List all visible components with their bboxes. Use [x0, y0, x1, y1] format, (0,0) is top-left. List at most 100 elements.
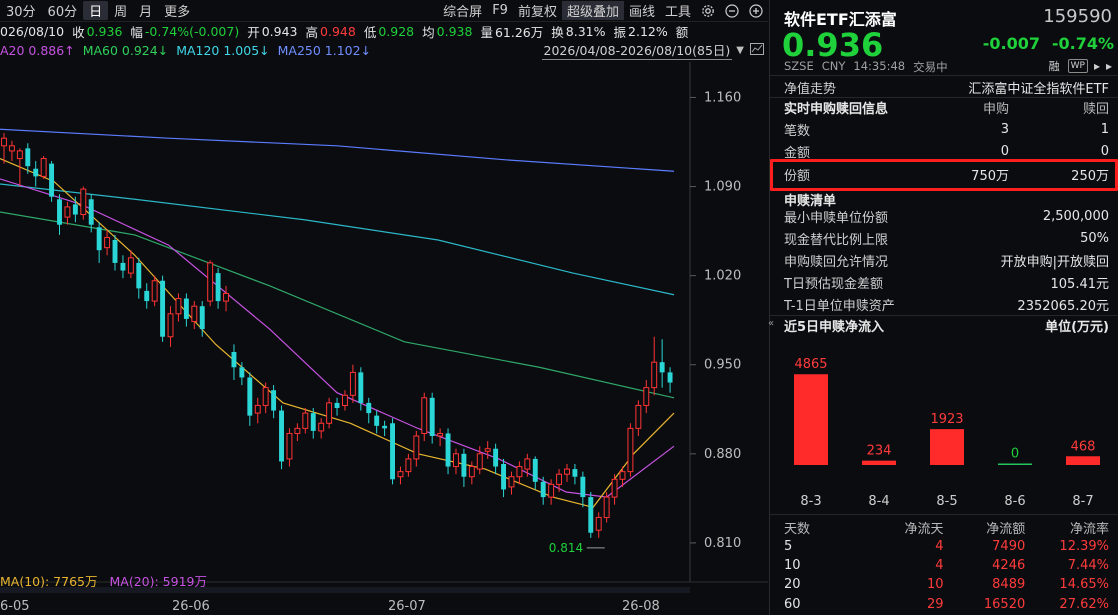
adjust-button[interactable]: 前复权 — [513, 1, 562, 20]
candle-body — [160, 280, 166, 337]
nav-value: 汇添富中证全指软件ETF — [968, 81, 1109, 97]
turnover-label: 换 — [551, 24, 564, 40]
period-more[interactable]: 更多 — [158, 1, 196, 20]
list-value: 105.41元 — [1050, 276, 1110, 292]
candle-body — [326, 402, 333, 424]
nav-trend-row[interactable]: 净值走势 汇添富中证全指软件ETF — [770, 76, 1118, 98]
close-value: 0.936 — [86, 23, 123, 39]
stats-col-inflow-amount: 净流额 — [986, 521, 1026, 537]
y-tick-label: 0.810 — [704, 536, 741, 551]
stats-col-days: 天数 — [784, 521, 811, 537]
app-window: 30分 60分 日 周 月 更多 综合屏 F9 前复权 超级叠加 画线 工具 0… — [0, 0, 1118, 615]
flow-header-row: 近5日申赎净流入 单位(万元) — [770, 314, 1118, 336]
stats-header: 天数 净流天 净流额 净流率 — [770, 517, 1118, 537]
list-label: 现金替代比例上限 — [784, 232, 889, 248]
chart-toolbar: 30分 60分 日 周 月 更多 综合屏 F9 前复权 超级叠加 画线 工具 — [0, 0, 768, 22]
date-range-text: 2026/04/08-2026/08/10(85日) — [541, 40, 733, 60]
more-icon[interactable]: ▸ — [1106, 59, 1112, 73]
candle-body — [127, 257, 134, 274]
realtime-title: 实时申购赎回信息 — [784, 101, 889, 117]
rt-row-shares: 份额 750万 250万 — [770, 163, 1118, 185]
inflow-bar-label: 0 — [1011, 447, 1019, 462]
period-30min[interactable]: 30分 — [0, 1, 42, 20]
candle-body — [564, 468, 570, 475]
ma250-legend: MA250 1.102↓ — [277, 42, 372, 58]
candle-body — [80, 188, 87, 216]
candle-body — [366, 402, 372, 414]
stats-cell: 27.62% — [1059, 596, 1109, 612]
candle-body — [421, 397, 428, 434]
draw-line-button[interactable]: 画线 — [624, 1, 660, 20]
minus-icon[interactable] — [723, 2, 741, 20]
settings-gear-icon[interactable] — [699, 2, 717, 20]
candle-body — [405, 458, 412, 473]
list-row: 最小申赎单位份额 2,500,000 — [770, 205, 1118, 227]
list-label: 最小申赎单位份额 — [784, 210, 889, 226]
candle-body — [223, 292, 229, 302]
candle-body — [302, 412, 309, 429]
candle-body — [25, 148, 31, 167]
divider — [770, 514, 1118, 515]
flow-unit: 单位(万元) — [1045, 319, 1109, 335]
f9-button[interactable]: F9 — [487, 3, 513, 18]
plus-icon[interactable] — [747, 2, 765, 20]
candle-body — [374, 415, 380, 426]
wp-badge[interactable]: WP — [1067, 59, 1088, 73]
candle-body — [461, 453, 467, 477]
inflow-bar-label: 1923 — [930, 412, 963, 427]
tools-button[interactable]: 工具 — [660, 1, 696, 20]
currency: CNY — [821, 59, 846, 73]
rt-label: 金额 — [784, 145, 811, 161]
margin-badge[interactable]: 融 — [1047, 58, 1062, 74]
candle-body — [627, 427, 634, 473]
candle-body — [175, 298, 182, 315]
dropdown-triangle-icon: ▼ — [736, 44, 744, 56]
composite-screen-button[interactable]: 综合屏 — [438, 1, 487, 20]
x-tick-label: 26-07 — [388, 599, 426, 614]
x-tick-label: 26-06 — [172, 599, 210, 614]
candle-body — [358, 372, 364, 403]
candle-body — [532, 458, 538, 482]
candle-body — [595, 516, 602, 531]
trading-status: 交易中 — [913, 60, 948, 74]
candle-body — [572, 469, 578, 477]
period-60min[interactable]: 60分 — [42, 1, 84, 20]
period-month[interactable]: 月 — [133, 1, 158, 20]
stats-col-inflow-rate: 净流率 — [1069, 521, 1109, 537]
volume-ma10: MA(10): 7765万 — [0, 574, 98, 589]
candle-body — [429, 397, 435, 436]
candle-body — [334, 402, 340, 408]
candle-body — [136, 262, 142, 289]
share-icon[interactable]: ▸ — [1094, 59, 1100, 73]
stats-cell: 14.65% — [1059, 576, 1109, 592]
list-row: 现金替代比例上限 50% — [770, 227, 1118, 249]
candle-body — [651, 361, 658, 389]
candle-body — [33, 168, 39, 177]
candlestick-chart[interactable]: 1.160 1.090 1.020 0.950 0.880 0.810 6-05 26-06 2… — [0, 62, 768, 615]
inflow-x-label: 8-4 — [868, 494, 889, 509]
chart-icon[interactable] — [750, 42, 764, 58]
candle-body — [445, 433, 451, 467]
period-day[interactable]: 日 — [83, 1, 109, 20]
list-value: 2,500,000 — [1042, 208, 1109, 224]
candle-body — [294, 427, 301, 434]
period-week[interactable]: 周 — [108, 1, 133, 20]
candle-body — [1, 137, 7, 147]
stats-cell: 10 — [926, 576, 944, 592]
candle-body — [501, 464, 507, 490]
ma20-legend: A20 0.886↑ — [0, 42, 75, 58]
candle-body — [199, 306, 205, 330]
price-change: -0.007 — [982, 34, 1040, 53]
candle-body — [588, 497, 594, 533]
badges: 融 WP ▸ ▸ — [1047, 58, 1112, 74]
stats-cell: 60 — [784, 596, 801, 612]
candle-body — [8, 145, 15, 152]
candle-body — [643, 387, 650, 406]
candle-body — [207, 262, 214, 302]
candle-body — [484, 448, 491, 452]
nav-label: 净值走势 — [784, 81, 837, 97]
candle-body — [183, 298, 189, 319]
date-range-selector[interactable]: 2026/04/08-2026/08/10(85日) ▼ — [541, 40, 764, 60]
turnover-value: 8.31% — [565, 23, 606, 39]
overlay-button[interactable]: 超级叠加 — [561, 1, 624, 20]
